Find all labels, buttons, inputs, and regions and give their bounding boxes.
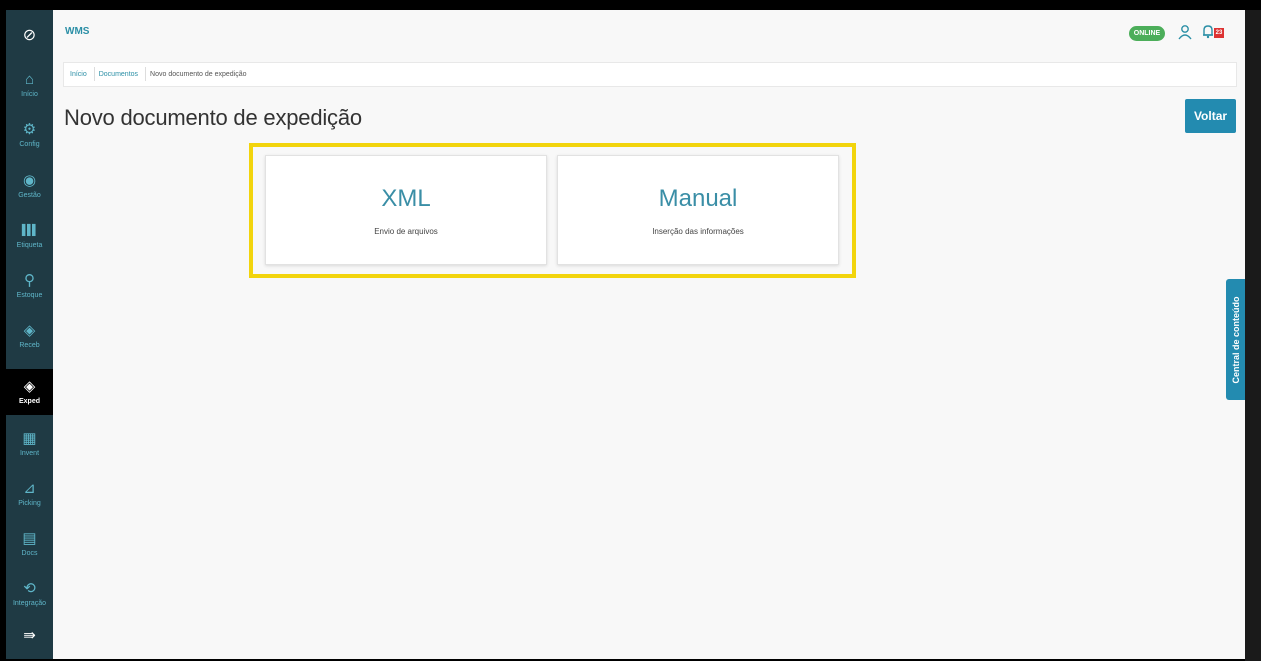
sidebar-item-picking[interactable]: ⊿ Picking xyxy=(6,471,53,517)
sidebar-item-label: Etiqueta xyxy=(16,242,43,249)
sidebar-item-integracao[interactable]: ⟲ Integração xyxy=(6,571,53,617)
gear-icon: ⚙ xyxy=(22,121,37,138)
sidebar-item-label: Gestão xyxy=(18,192,41,199)
sidebar-item-label: Docs xyxy=(21,550,38,557)
sidebar-item-docs[interactable]: ▤ Docs xyxy=(6,521,53,567)
sidebar-item-estoque[interactable]: ⚲ Estoque xyxy=(6,263,53,309)
back-button[interactable]: Voltar xyxy=(1185,99,1236,133)
sidebar-item-label: Invent xyxy=(19,450,40,457)
sidebar-item-invent[interactable]: ▦ Invent xyxy=(6,421,53,467)
user-icon[interactable] xyxy=(1177,24,1193,45)
sync-icon: ⟲ xyxy=(23,580,36,597)
manual-option-card[interactable]: Manual Inserção das informações xyxy=(557,155,839,265)
home-icon: ⌂ xyxy=(24,71,35,88)
sidebar: ⊘ ⌂ Início ⚙ Config ◉ Gestão ▌▌▌ Etiquet… xyxy=(6,10,53,659)
sidebar-collapse-button[interactable]: ⇛ xyxy=(6,618,53,654)
search-icon: ⚲ xyxy=(24,272,35,289)
window-edge xyxy=(1245,10,1261,661)
content-center-tab[interactable]: Central de conteúdo xyxy=(1226,279,1245,400)
content-center-label: Central de conteúdo xyxy=(1230,295,1241,384)
notification-count-badge: 23 xyxy=(1214,28,1224,38)
breadcrumb: Início Documentos Novo documento de expe… xyxy=(63,62,1237,87)
card-title: XML xyxy=(381,184,431,212)
sidebar-item-label: Exped xyxy=(18,398,40,405)
breadcrumb-current: Novo documento de expedição xyxy=(150,71,247,78)
xml-option-card[interactable]: XML Envio de arquivos xyxy=(265,155,547,265)
breadcrumb-link-documentos[interactable]: Documentos xyxy=(93,67,147,81)
sidebar-item-gestao[interactable]: ◉ Gestão xyxy=(6,163,53,209)
sidebar-item-config[interactable]: ⚙ Config xyxy=(6,112,53,158)
app-window: ⊘ ⌂ Início ⚙ Config ◉ Gestão ▌▌▌ Etiquet… xyxy=(6,10,1245,659)
online-status-badge: ONLINE xyxy=(1129,26,1165,41)
menu-collapse-icon: ⇛ xyxy=(23,627,36,644)
building-icon: ▦ xyxy=(22,430,37,447)
sidebar-item-etiqueta[interactable]: ▌▌▌ Etiqueta xyxy=(6,213,53,259)
sidebar-item-inicio[interactable]: ⌂ Início xyxy=(6,62,53,108)
app-logo-icon[interactable]: ⊘ xyxy=(6,22,53,48)
location-pin-icon: ◉ xyxy=(22,172,37,189)
app-title: WMS xyxy=(65,26,90,37)
sidebar-item-label: Config xyxy=(19,141,40,148)
document-icon: ▤ xyxy=(22,530,37,547)
box-icon: ◈ xyxy=(23,322,36,339)
box-icon: ◈ xyxy=(23,378,36,395)
breadcrumb-link-inicio[interactable]: Início xyxy=(64,67,95,81)
page-title: Novo documento de expedição xyxy=(64,105,362,130)
hand-truck-icon: ⊿ xyxy=(23,480,36,497)
logo-glyph: ⊘ xyxy=(22,27,37,44)
sidebar-item-exped[interactable]: ◈ Exped xyxy=(6,369,53,415)
sidebar-item-label: Estoque xyxy=(16,292,43,299)
sidebar-item-label: Integração xyxy=(12,600,47,607)
sidebar-item-label: Início xyxy=(21,91,38,98)
card-subtitle: Inserção das informações xyxy=(652,226,744,236)
sidebar-item-receb[interactable]: ◈ Receb xyxy=(6,313,53,359)
sidebar-item-label: Receb xyxy=(19,342,40,349)
card-subtitle: Envio de arquivos xyxy=(374,226,438,236)
card-title: Manual xyxy=(658,184,738,212)
sidebar-item-label: Picking xyxy=(18,500,41,507)
barcode-icon: ▌▌▌ xyxy=(21,225,39,236)
